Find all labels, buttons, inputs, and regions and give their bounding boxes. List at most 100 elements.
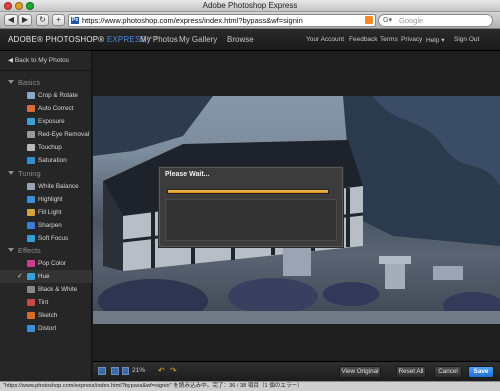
nav-my-gallery[interactable]: My Gallery [179,35,217,44]
tool-icon [27,235,35,242]
tool-icon [27,131,35,138]
nav-browse[interactable]: Browse [227,35,254,44]
chevron-down-icon: ▾ [441,37,445,44]
tool-item-exposure[interactable]: Exposure [0,115,92,128]
zoom-icon[interactable] [122,367,129,375]
rss-feed-icon[interactable] [365,16,373,24]
redo-icon[interactable]: ↷ [170,366,177,375]
help-label: Help [426,37,440,44]
tool-item-black-white[interactable]: Black & White [0,283,92,296]
tool-item-pop-color[interactable]: Pop Color [0,257,92,270]
tool-item-auto-correct[interactable]: Auto Correct [0,102,92,115]
tool-item-touchup[interactable]: Touchup [0,141,92,154]
tool-icon [27,209,35,216]
tool-icon [27,286,35,293]
refresh-button[interactable]: ↻ [36,14,49,26]
tool-label: White Balance [38,183,79,190]
terms-link[interactable]: Terms [380,36,398,43]
actual-size-icon[interactable] [111,367,119,375]
tool-icon [27,312,35,319]
tool-item-crop-rotate[interactable]: Crop & Rotate [0,89,92,102]
cancel-button[interactable]: Cancel [434,366,462,378]
bottom-toolbar: 21% ↶ ↷ View Original Reset All Cancel S… [93,361,500,381]
tool-icon [27,273,35,280]
site-favicon-icon: Ps [71,17,79,24]
app-logo: ADOBE® PHOTOSHOP® EXPRESSBETA [8,35,158,44]
tool-label: Fill Light [38,209,62,216]
browser-window: Adobe Photoshop Express ◀ ▶ ↻ + Ps https… [0,0,500,391]
disclosure-triangle-icon [8,171,14,175]
tool-label: Saturation [38,157,67,164]
tool-label: Exposure [38,118,65,125]
tool-label: Auto Correct [38,105,74,112]
tool-item-distort[interactable]: Distort [0,322,92,335]
logo-brand: ADOBE® PHOTOSHOP® [8,35,105,44]
stone-lantern-left [283,246,311,276]
tool-label: Touchup [38,144,62,151]
privacy-link[interactable]: Privacy [401,36,422,43]
tool-item-highlight[interactable]: Highlight [0,193,92,206]
tool-label: Crop & Rotate [38,92,78,99]
tool-icon [27,260,35,267]
tool-label: Pop Color [38,260,67,267]
shrub-small [323,282,379,306]
disclosure-triangle-icon [8,248,14,252]
tool-item-fill-light[interactable]: Fill Light [0,206,92,219]
tool-item-tint[interactable]: Tint [0,296,92,309]
fit-view-icon[interactable] [98,367,106,375]
save-button[interactable]: Save [468,366,494,378]
tool-label: Tint [38,299,49,306]
tool-item-soft-focus[interactable]: Soft Focus [0,232,92,245]
stone-lantern-far [433,266,463,280]
view-original-button[interactable]: View Original [339,366,381,378]
url-bar[interactable]: Ps https://www.photoshop.com/express/ind… [68,14,376,27]
your-account-link[interactable]: Your Account [306,36,344,43]
tool-item-hue[interactable]: ✓ Hue [0,270,92,283]
window-title: Adobe Photoshop Express [202,1,298,10]
new-tab-button[interactable]: + [52,14,65,26]
dialog-body [165,199,337,241]
tool-label: Soft Focus [38,235,69,242]
section-tuning[interactable]: Tuning [0,168,92,180]
feedback-link[interactable]: Feedback [349,36,378,43]
back-to-my-photos-link[interactable]: ◀ Back to My Photos [0,51,92,71]
search-engine-icon[interactable]: G▾ [383,17,396,25]
tool-item-red-eye-removal[interactable]: Red-Eye Removal [0,128,92,141]
window-title-bar: Adobe Photoshop Express [0,0,500,12]
tool-icon [27,144,35,151]
undo-icon[interactable]: ↶ [158,366,165,375]
checkmark-icon: ✓ [17,273,23,280]
tool-item-white-balance[interactable]: White Balance [0,180,92,193]
lantern-cap-right [379,256,411,264]
section-basics-label: Basics [18,78,41,87]
zoom-level: 21% [132,367,146,374]
help-menu[interactable]: Help ▾ [426,36,444,44]
section-tuning-label: Tuning [18,169,41,178]
back-button[interactable]: ◀ [4,14,18,26]
search-field[interactable]: G▾ Google [378,14,493,27]
section-effects-label: Effects [18,246,41,255]
section-basics[interactable]: Basics [0,77,92,89]
progress-fill [168,190,328,193]
progress-bar [167,189,329,194]
search-placeholder: Google [399,16,424,25]
dialog-title: Please Wait... [165,171,210,178]
browser-status-bar: "https://www.photoshop.com/express/index… [0,381,500,391]
tool-icon [27,325,35,332]
tool-item-sharpen[interactable]: Sharpen [0,219,92,232]
tool-icon [27,299,35,306]
stone-lantern-right [385,261,405,289]
tool-label: Red-Eye Removal [38,131,90,138]
edit-tools-sidebar: ◀ Back to My Photos Basics Crop & Rotate… [0,51,92,381]
back-arrow-icon: ◀ [8,57,15,64]
tool-item-sketch[interactable]: Sketch [0,309,92,322]
section-effects[interactable]: Effects [0,245,92,257]
tool-icon [27,92,35,99]
nav-my-photos[interactable]: My Photos [140,35,178,44]
reset-all-button[interactable]: Reset All [396,366,426,378]
sign-out-link[interactable]: Sign Out [454,36,479,43]
back-label: Back to My Photos [14,57,70,64]
tool-item-saturation[interactable]: Saturation [0,154,92,167]
forward-button[interactable]: ▶ [18,14,32,26]
gravel-ground [93,311,500,324]
